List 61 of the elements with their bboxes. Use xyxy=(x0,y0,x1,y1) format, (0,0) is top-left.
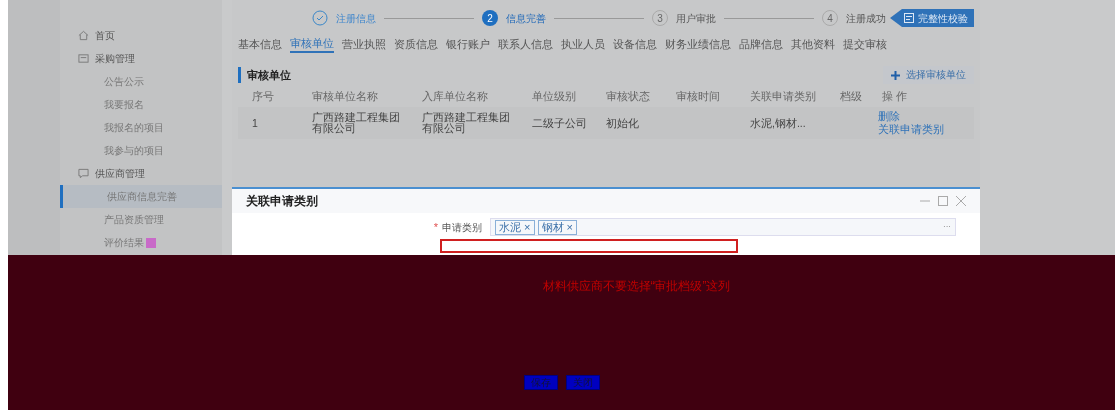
column-header: 单位级别 xyxy=(531,89,577,105)
sidebar-item[interactable]: 我报名的项目 xyxy=(60,116,222,139)
column-header: 审核状态 xyxy=(605,89,651,105)
table-cell-text: 1 xyxy=(251,117,259,129)
column-header: 关联申请类别 xyxy=(749,89,817,105)
maximize-icon[interactable] xyxy=(938,196,948,206)
plus-icon xyxy=(891,70,900,80)
tab[interactable]: 财务业绩信息 xyxy=(665,36,731,53)
sidebar-item[interactable]: 评价结果 xyxy=(60,231,222,254)
column-header: 档级 xyxy=(839,89,863,105)
column-header: 审核时间 xyxy=(675,89,721,105)
step-label: 注册成功 xyxy=(846,11,886,26)
tab[interactable]: 资质信息 xyxy=(394,36,438,53)
tab[interactable]: 设备信息 xyxy=(613,36,657,53)
sidebar-item[interactable]: 我参与的项目 xyxy=(60,139,222,162)
column-header: 操 作 xyxy=(881,89,908,105)
table-cell-text: 广西路建工程集团有限公司 xyxy=(311,112,401,134)
tab[interactable]: 提交审核 xyxy=(843,36,887,53)
sidebar-item[interactable]: 采购管理 xyxy=(60,47,222,70)
step-number: 2 xyxy=(482,10,498,26)
step-label: 信息完善 xyxy=(506,11,546,26)
tab[interactable]: 银行账户 xyxy=(446,36,490,53)
action-link[interactable]: 关联申请类别 xyxy=(878,123,944,136)
tab[interactable]: 联系人信息 xyxy=(498,36,553,53)
category-tag[interactable]: 水泥 × xyxy=(495,219,535,235)
table-cell-text: 二级子公司 xyxy=(531,117,588,129)
table-cell-text: 水泥,钢材... xyxy=(749,117,807,129)
tab[interactable]: 基本信息 xyxy=(238,36,282,53)
sidebar-item[interactable]: 公告公示 xyxy=(60,70,222,93)
column-header: 审核单位名称 xyxy=(311,89,379,105)
section-title: 审核单位 xyxy=(238,66,291,84)
chat-icon xyxy=(78,168,89,179)
dialog-title: 关联申请类别 xyxy=(246,193,318,210)
tab[interactable]: 执业人员 xyxy=(561,36,605,53)
sidebar-item[interactable]: 产品资质管理 xyxy=(60,208,222,231)
field-label: 申请类别 xyxy=(442,221,482,233)
tab[interactable]: 其他资料 xyxy=(791,36,835,53)
step-label: 注册信息 xyxy=(336,11,376,26)
integrity-check-button[interactable]: 完整性校验 xyxy=(890,9,974,27)
column-header: 序号 xyxy=(251,89,275,105)
sidebar-item[interactable]: 首页 xyxy=(60,24,222,47)
step-label: 用户审批 xyxy=(676,11,716,26)
folder-icon xyxy=(78,53,89,64)
category-field[interactable]: 水泥 × 钢材 × ··· xyxy=(490,218,956,236)
required-mark: * xyxy=(433,220,438,233)
column-header: 入库单位名称 xyxy=(421,89,489,105)
home-icon xyxy=(78,30,89,41)
sidebar-item[interactable]: 供应商管理 xyxy=(60,162,222,185)
checklist-icon xyxy=(904,13,914,23)
close-icon[interactable] xyxy=(956,196,966,206)
tab[interactable]: 审核单位 xyxy=(290,36,334,53)
action-link[interactable]: 删除 xyxy=(878,110,944,123)
category-tag[interactable]: 钢材 × xyxy=(537,219,577,235)
table-cell-text: 初始化 xyxy=(605,117,640,129)
warning-message: 材料供应商不要选择“审批档级”这列 xyxy=(542,278,731,295)
more-indicator[interactable]: ··· xyxy=(943,221,951,233)
table-cell-text: 广西路建工程集团有限公司 xyxy=(421,112,511,134)
tab[interactable]: 品牌信息 xyxy=(739,36,783,53)
tab[interactable]: 营业执照 xyxy=(342,36,386,53)
sidebar-item[interactable]: 我要报名 xyxy=(60,93,222,116)
sidebar-item[interactable]: 供应商信息完善 xyxy=(60,185,222,208)
